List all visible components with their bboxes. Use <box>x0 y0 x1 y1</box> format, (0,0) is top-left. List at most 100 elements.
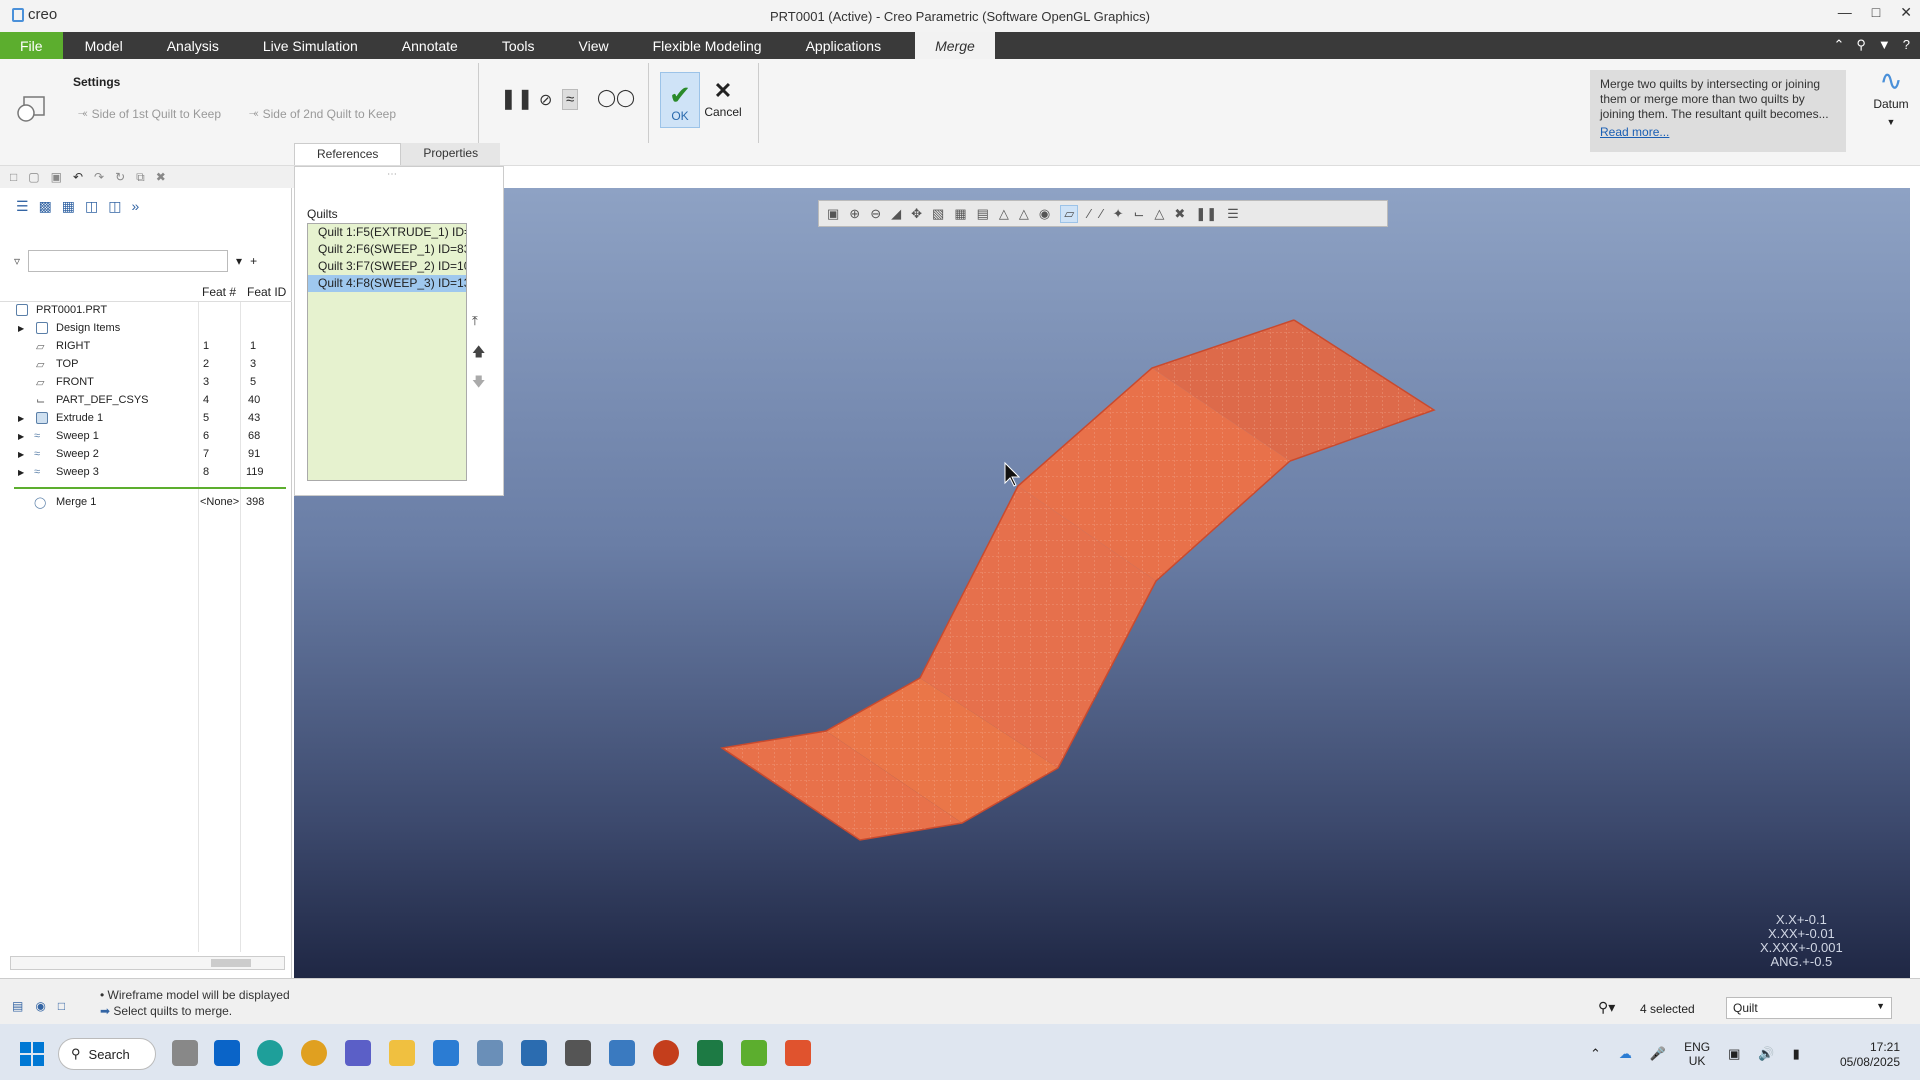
tab-references[interactable]: References <box>294 143 402 165</box>
move-up-icon[interactable]: 🡅 <box>472 343 485 365</box>
task-view-icon[interactable] <box>172 1040 198 1066</box>
expand-arrow-icon[interactable]: ▶ <box>18 324 24 333</box>
chevron-down-icon[interactable]: ▼ <box>1862 117 1920 127</box>
tree-search-input[interactable] <box>28 250 229 272</box>
tree-row-sweep3[interactable]: ▶ ≈ Sweep 3 8 119 <box>0 464 292 482</box>
side-1st-quilt-button[interactable]: ⤛ Side of 1st Quilt to Keep <box>78 106 221 121</box>
menu-live-simulation[interactable]: Live Simulation <box>241 32 380 59</box>
app-window-icon[interactable] <box>609 1040 635 1066</box>
fullscreen-icon[interactable]: □ <box>58 999 65 1013</box>
tab-merge[interactable]: Merge <box>915 32 995 59</box>
display-style-icon[interactable]: ▦ <box>954 206 966 222</box>
expand-arrow-icon[interactable]: ▶ <box>18 432 24 441</box>
menu-applications[interactable]: Applications <box>784 32 904 59</box>
regenerate-icon[interactable]: ↻ <box>115 170 125 184</box>
no-preview-icon[interactable]: ⊘ <box>539 90 552 110</box>
collapse-ribbon-icon[interactable]: ⌃ <box>1833 37 1844 53</box>
tree-row-right[interactable]: ▱ RIGHT 1 1 <box>0 338 292 356</box>
move-to-top-icon[interactable]: ⤒ <box>472 313 478 329</box>
tree-row-merge[interactable]: ◯ Merge 1 <None> 398 <box>0 494 292 512</box>
maximize-icon[interactable]: □ <box>1872 4 1880 21</box>
add-icon[interactable]: + <box>250 254 257 268</box>
csys-display-icon[interactable]: ⌙ <box>1134 206 1145 222</box>
layers-icon[interactable]: ▩ <box>39 198 52 228</box>
tree-settings-icon[interactable]: ▦ <box>62 198 75 228</box>
clock[interactable]: 17:21 05/08/2025 <box>1840 1040 1900 1070</box>
model-tree-icon[interactable]: ☰ <box>16 198 29 228</box>
onedrive-icon[interactable]: ☁ <box>1619 1046 1632 1062</box>
menu-tools[interactable]: Tools <box>480 32 557 59</box>
tab-properties[interactable]: Properties <box>401 143 501 165</box>
close-window-icon[interactable]: ✖ <box>156 170 166 184</box>
pause-icon[interactable]: ❚❚ <box>500 86 534 111</box>
chevron-down-icon[interactable]: ▾ <box>236 254 242 268</box>
search-icon[interactable]: ⚲ <box>1856 37 1866 53</box>
quilt-item-selected[interactable]: Quilt 4:F8(SWEEP_3) ID=130 <box>308 275 466 292</box>
windows-icon[interactable]: ⧉ <box>136 170 145 185</box>
outlook-icon[interactable] <box>214 1040 240 1066</box>
tree-row-design-items[interactable]: ▶ Design Items <box>0 320 292 338</box>
cancel-button[interactable]: ✕ Cancel <box>703 77 743 127</box>
section-icon[interactable]: △ <box>1019 206 1029 222</box>
shading-icon[interactable]: ◉ <box>1039 206 1050 222</box>
zoom-out-icon[interactable]: ⊖ <box>870 206 881 222</box>
tree-row-part[interactable]: PRT0001.PRT <box>0 302 292 320</box>
datum-button[interactable]: ∿ Datum ▼ <box>1862 65 1920 127</box>
file-explorer-icon[interactable] <box>389 1040 415 1066</box>
quilt-item[interactable]: Quilt 1:F5(EXTRUDE_1) ID=( <box>308 224 466 241</box>
side-2nd-quilt-button[interactable]: ⤛ Side of 2nd Quilt to Keep <box>249 106 396 121</box>
selection-filter-dropdown[interactable]: Quilt ▼ <box>1726 997 1892 1019</box>
browser-icon[interactable]: ◉ <box>35 999 45 1013</box>
tree-row-sweep1[interactable]: ▶ ≈ Sweep 1 6 68 <box>0 428 292 446</box>
menu-flexible-modeling[interactable]: Flexible Modeling <box>631 32 784 59</box>
new-icon[interactable]: □ <box>10 170 17 184</box>
teams-icon[interactable] <box>345 1040 371 1066</box>
creo-app-icon[interactable] <box>741 1040 767 1066</box>
quilt-item[interactable]: Quilt 2:F6(SWEEP_1) ID=83 <box>308 241 466 258</box>
menu-analysis[interactable]: Analysis <box>145 32 241 59</box>
windows-start-icon[interactable] <box>20 1042 44 1066</box>
datum-planes-icon[interactable]: ∕ <box>1088 206 1090 221</box>
redo-icon[interactable]: ↷ <box>94 170 104 184</box>
save-icon[interactable]: ▣ <box>51 170 62 184</box>
col-feat-num[interactable]: Feat # <box>202 285 236 299</box>
help-icon[interactable]: ? <box>1903 37 1910 53</box>
pause-icon[interactable]: ❚❚ <box>1195 206 1217 222</box>
move-down-icon[interactable]: 🡇 <box>472 373 485 395</box>
excel-icon[interactable] <box>697 1040 723 1066</box>
datum-points-icon[interactable]: ✦ <box>1113 206 1124 222</box>
repaint-icon[interactable]: ◢ <box>891 206 901 222</box>
tree-horizontal-scrollbar[interactable] <box>10 956 285 970</box>
minimize-icon[interactable]: — <box>1838 4 1852 21</box>
saved-orientations-icon[interactable]: ▧ <box>932 206 944 222</box>
tree-row-front[interactable]: ▱ FRONT 3 5 <box>0 374 292 392</box>
find-icon[interactable]: ⚲▾ <box>1598 999 1615 1016</box>
remote-desktop-icon[interactable] <box>433 1040 459 1066</box>
expand-arrow-icon[interactable]: ▶ <box>18 468 24 477</box>
expand-arrow-icon[interactable]: ▶ <box>18 450 24 459</box>
menu-model[interactable]: Model <box>63 32 145 59</box>
read-more-link[interactable]: Read more... <box>1600 125 1836 140</box>
edge-icon[interactable] <box>257 1040 283 1066</box>
verify-preview-icon[interactable]: ◯◯ <box>597 88 635 108</box>
menu-view[interactable]: View <box>557 32 631 59</box>
battery-icon[interactable]: ▮ <box>1793 1046 1800 1062</box>
refit-icon[interactable]: ▣ <box>827 206 839 222</box>
open-icon[interactable]: ▢ <box>28 170 39 184</box>
col-feat-id[interactable]: Feat ID <box>247 285 286 299</box>
taskbar-search[interactable]: ⚲ Search <box>58 1038 156 1070</box>
notes-app-icon[interactable] <box>521 1040 547 1066</box>
creo-alt-app-icon[interactable] <box>785 1040 811 1066</box>
volume-icon[interactable]: 🔊 <box>1758 1046 1774 1062</box>
pan-icon[interactable]: ✥ <box>911 206 922 222</box>
tree-row-top[interactable]: ▱ TOP 2 3 <box>0 356 292 374</box>
annotation-display-icon[interactable]: △ <box>1154 206 1164 222</box>
columns-icon[interactable]: ◫ <box>85 198 98 228</box>
microphone-icon[interactable]: 🎤 <box>1650 1046 1666 1062</box>
tree-row-sweep2[interactable]: ▶ ≈ Sweep 2 7 91 <box>0 446 292 464</box>
attached-preview-icon[interactable]: ≈ <box>562 89 579 110</box>
quilt-item[interactable]: Quilt 3:F7(SWEEP_2) ID=106 <box>308 258 466 275</box>
expand-icon[interactable]: » <box>132 198 140 228</box>
network-icon[interactable]: ▣ <box>1728 1046 1740 1062</box>
ok-button[interactable]: ✔ OK <box>660 72 700 128</box>
